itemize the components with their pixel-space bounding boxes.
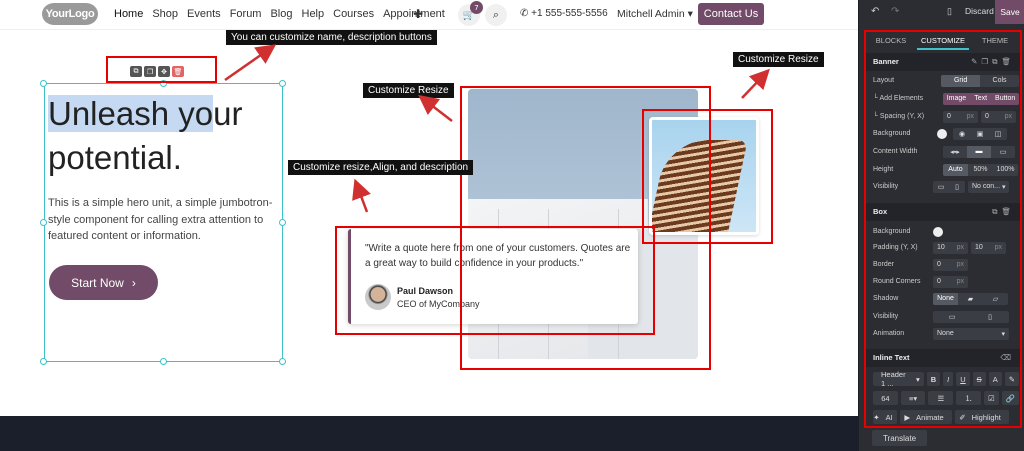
discard-button[interactable]: Discard	[965, 6, 994, 16]
arrow-buttons	[224, 44, 277, 82]
redo-icon[interactable]: ↷	[891, 6, 899, 17]
page: YourLogo Home Shop Events Forum Blog Hel…	[0, 0, 1024, 451]
translate-button[interactable]: Translate	[872, 430, 927, 446]
undo-icon[interactable]: ↶	[871, 6, 879, 17]
editor-topbar: ↶ ↷ ▯ Discard Save	[859, 0, 1024, 24]
save-button[interactable]: Save	[995, 0, 1024, 24]
arrow-resize-align	[352, 178, 371, 213]
editor-panel: ↶ ↷ ▯ Discard Save BLOCKS CUSTOMIZE THEM…	[858, 0, 1024, 451]
website-preview: YourLogo Home Shop Events Forum Blog Hel…	[0, 0, 858, 451]
arrow-resize-left	[418, 94, 453, 122]
annotation-arrows	[224, 44, 770, 213]
mobile-preview-icon[interactable]: ▯	[947, 6, 952, 17]
annotation-box-panel	[864, 30, 1022, 428]
arrow-resize-right	[741, 68, 770, 99]
